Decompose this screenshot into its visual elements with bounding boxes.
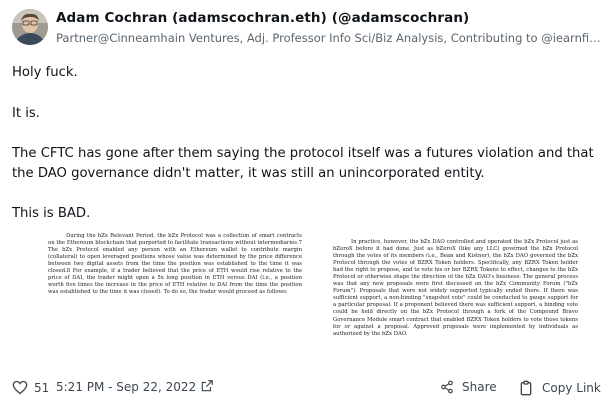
tweet-footer: 51 5:21 PM - Sep 22, 2022 Share Copy Lin… bbox=[0, 375, 612, 401]
copy-link-label: Copy Link bbox=[542, 381, 601, 395]
person-avatar-icon bbox=[12, 9, 48, 45]
tweet-line-1: Holy fuck. bbox=[12, 65, 78, 80]
external-link-icon bbox=[201, 380, 213, 392]
like-count: 51 bbox=[34, 380, 50, 395]
copy-link-button[interactable]: Copy Link bbox=[518, 380, 601, 396]
author-bio: Partner@Cinneamhain Ventures, Adj. Profe… bbox=[56, 31, 601, 45]
tweet-line-2: It is. bbox=[12, 106, 40, 121]
share-button[interactable]: Share bbox=[440, 380, 497, 394]
avatar[interactable] bbox=[12, 9, 48, 45]
tweet-timestamp[interactable]: 5:21 PM - Sep 22, 2022 bbox=[56, 380, 196, 394]
share-label: Share bbox=[462, 380, 497, 394]
open-external-button[interactable] bbox=[200, 379, 214, 393]
author-name[interactable]: Adam Cochran (adamscochran.eth) (@adamsc… bbox=[56, 10, 469, 26]
copy-link-icon bbox=[520, 380, 532, 396]
tweet-line-3: The CFTC has gone after them saying the … bbox=[12, 146, 594, 181]
document-left-text: During the bZx Relevant Period, the bZx … bbox=[48, 233, 302, 296]
document-image-right[interactable]: In practice, however, the bZx DAO contro… bbox=[333, 239, 578, 371]
heart-icon bbox=[12, 380, 28, 395]
share-icon bbox=[441, 380, 453, 394]
document-image-left[interactable]: During the bZx Relevant Period, the bZx … bbox=[48, 233, 302, 365]
tweet-line-4: This is BAD. bbox=[12, 206, 91, 221]
like-button[interactable]: 51 bbox=[12, 380, 49, 395]
document-right-text: In practice, however, the bZx DAO contro… bbox=[333, 239, 578, 337]
